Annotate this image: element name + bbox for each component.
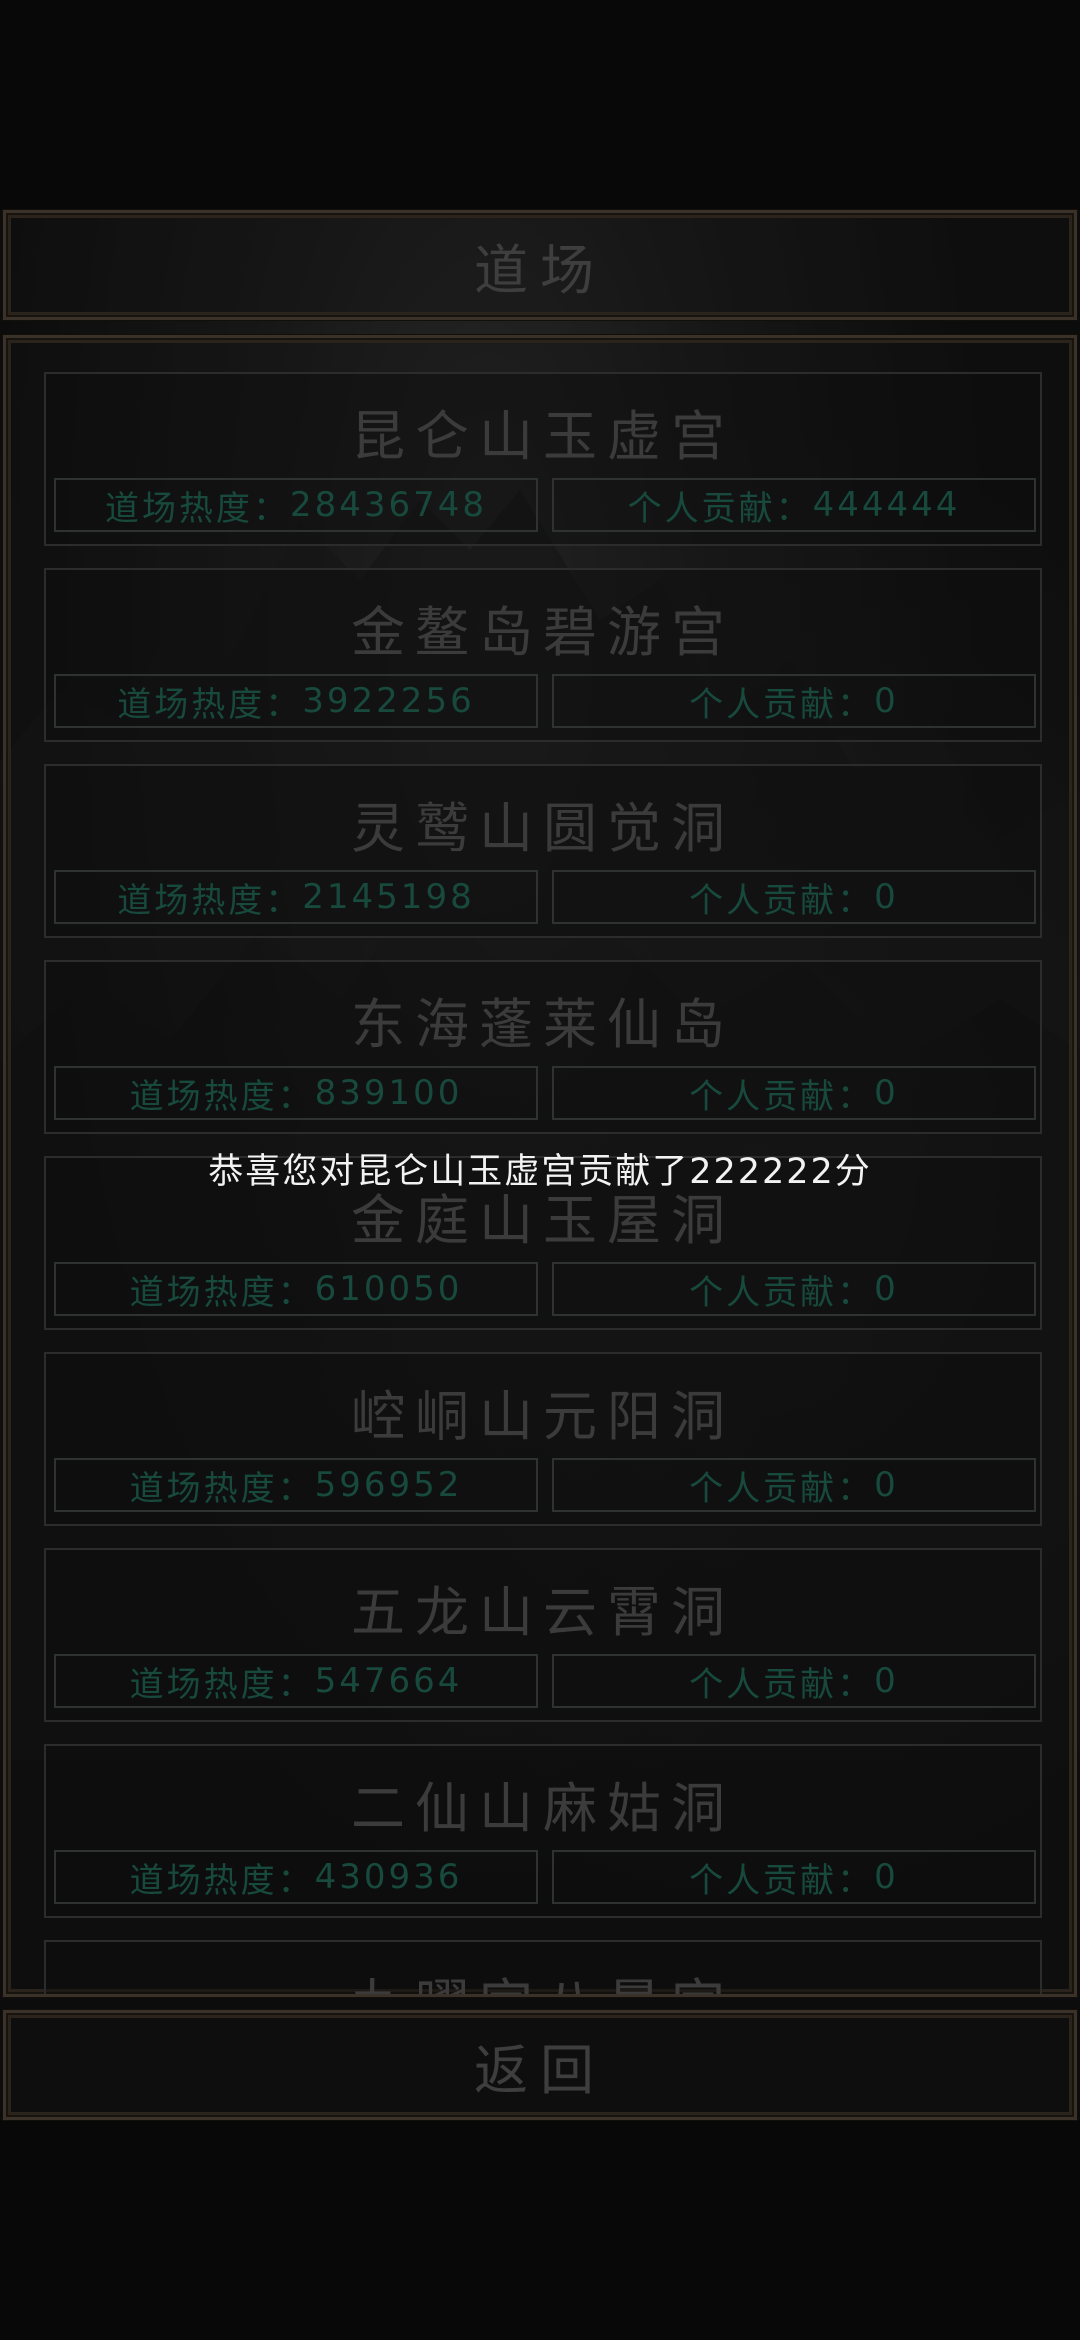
personal-contribution-value: 0 bbox=[874, 1661, 899, 1701]
dojo-heat-value: 610050 bbox=[314, 1269, 463, 1309]
dojo-heat: 道场热度： 2145198 bbox=[54, 870, 538, 924]
dojo-heat-label: 道场热度： bbox=[129, 1860, 315, 1901]
personal-contribution-label: 个人贡献： bbox=[689, 684, 875, 725]
dojo-card[interactable]: 昆仑山玉虚宫道场热度： 28436748 个人贡献： 444444 bbox=[44, 372, 1042, 546]
dojo-heat-label: 道场热度： bbox=[129, 1076, 315, 1117]
dojo-name: 九曜宫八景宫 bbox=[46, 1960, 1040, 1994]
personal-contribution-value: 0 bbox=[874, 681, 899, 721]
dojo-heat-value: 430936 bbox=[314, 1857, 463, 1897]
dojo-heat-value: 28436748 bbox=[289, 485, 488, 525]
personal-contribution-value: 444444 bbox=[812, 485, 961, 525]
personal-contribution-label: 个人贡献： bbox=[689, 1272, 875, 1313]
personal-contribution-label: 个人贡献： bbox=[689, 1664, 875, 1705]
dojo-heat-label: 道场热度： bbox=[104, 488, 290, 529]
dojo-heat-label: 道场热度： bbox=[129, 1664, 315, 1705]
dojo-name: 崆峒山元阳洞 bbox=[351, 1385, 735, 1448]
dojo-heat: 道场热度： 28436748 bbox=[54, 478, 538, 532]
dojo-name: 五龙山云霄洞 bbox=[351, 1581, 735, 1644]
dojo-heat-value: 2145198 bbox=[302, 877, 475, 917]
personal-contribution-value: 0 bbox=[874, 1465, 899, 1505]
personal-contribution-label: 个人贡献： bbox=[689, 1468, 875, 1509]
dojo-card[interactable]: 东海蓬莱仙岛 道场热度： 839100 个人贡献： 0 bbox=[44, 960, 1042, 1134]
contribution-toast: 恭喜您对昆仑山玉虚宫贡献了222222分 bbox=[208, 1152, 872, 1192]
dojo-heat-value: 839100 bbox=[314, 1073, 463, 1113]
personal-contribution-value: 0 bbox=[874, 1269, 899, 1309]
dojo-heat-value: 547664 bbox=[314, 1661, 463, 1701]
dojo-heat: 道场热度： 839100 bbox=[54, 1066, 538, 1120]
dojo-heat-label: 道场热度： bbox=[129, 1468, 315, 1509]
dojo-card[interactable]: 九曜宫八景宫 bbox=[44, 1940, 1042, 1994]
dojo-card[interactable]: 灵鹫山圆觉洞道场热度： 2145198 个人贡献： 0 bbox=[44, 764, 1042, 938]
personal-contribution: 个人贡献： 0 bbox=[552, 870, 1036, 924]
header-panel: 道场 bbox=[3, 210, 1077, 320]
dojo-heat: 道场热度： 547664 bbox=[54, 1654, 538, 1708]
dojo-heat-label: 道场热度： bbox=[117, 684, 303, 725]
dojo-name: 二仙山麻姑洞 bbox=[351, 1777, 735, 1840]
personal-contribution: 个人贡献： 0 bbox=[552, 1654, 1036, 1708]
back-button-label: 返回 bbox=[474, 2038, 606, 2102]
personal-contribution-value: 0 bbox=[874, 1073, 899, 1113]
dojo-card[interactable]: 五龙山云霄洞 道场热度： 547664 个人贡献： 0 bbox=[44, 1548, 1042, 1722]
dojo-card[interactable]: 崆峒山元阳洞 道场热度： 596952 个人贡献： 0 bbox=[44, 1352, 1042, 1526]
personal-contribution-label: 个人贡献： bbox=[627, 488, 813, 529]
dojo-heat: 道场热度： 596952 bbox=[54, 1458, 538, 1512]
personal-contribution: 个人贡献： 0 bbox=[552, 1850, 1036, 1904]
personal-contribution-value: 0 bbox=[874, 877, 899, 917]
personal-contribution: 个人贡献： 444444 bbox=[552, 478, 1036, 532]
dojo-card[interactable]: 金鳌岛碧游宫道场热度： 3922256 个人贡献： 0 bbox=[44, 568, 1042, 742]
personal-contribution: 个人贡献： 0 bbox=[552, 1066, 1036, 1120]
dojo-heat: 道场热度： 610050 bbox=[54, 1262, 538, 1316]
dojo-name: 灵鹫山圆觉洞 bbox=[351, 797, 735, 860]
dojo-name: 昆仑山玉虚宫 bbox=[351, 405, 735, 468]
dojo-name: 金鳌岛碧游宫 bbox=[351, 601, 735, 664]
dojo-card[interactable]: 二仙山麻姑洞 道场热度： 430936 个人贡献： 0 bbox=[44, 1744, 1042, 1918]
dojo-heat-label: 道场热度： bbox=[117, 880, 303, 921]
back-button[interactable]: 返回 bbox=[3, 2010, 1077, 2120]
personal-contribution: 个人贡献： 0 bbox=[552, 674, 1036, 728]
dojo-heat-value: 596952 bbox=[314, 1465, 463, 1505]
personal-contribution-label: 个人贡献： bbox=[689, 880, 875, 921]
dojo-name: 东海蓬莱仙岛 bbox=[351, 993, 735, 1056]
personal-contribution: 个人贡献： 0 bbox=[552, 1262, 1036, 1316]
dojo-heat: 道场热度： 430936 bbox=[54, 1850, 538, 1904]
dojo-heat: 道场热度： 3922256 bbox=[54, 674, 538, 728]
personal-contribution-value: 0 bbox=[874, 1857, 899, 1897]
personal-contribution-label: 个人贡献： bbox=[689, 1860, 875, 1901]
dojo-heat-label: 道场热度： bbox=[129, 1272, 315, 1313]
dojo-heat-value: 3922256 bbox=[302, 681, 475, 721]
page-title: 道场 bbox=[474, 238, 606, 302]
personal-contribution-label: 个人贡献： bbox=[689, 1076, 875, 1117]
personal-contribution: 个人贡献： 0 bbox=[552, 1458, 1036, 1512]
